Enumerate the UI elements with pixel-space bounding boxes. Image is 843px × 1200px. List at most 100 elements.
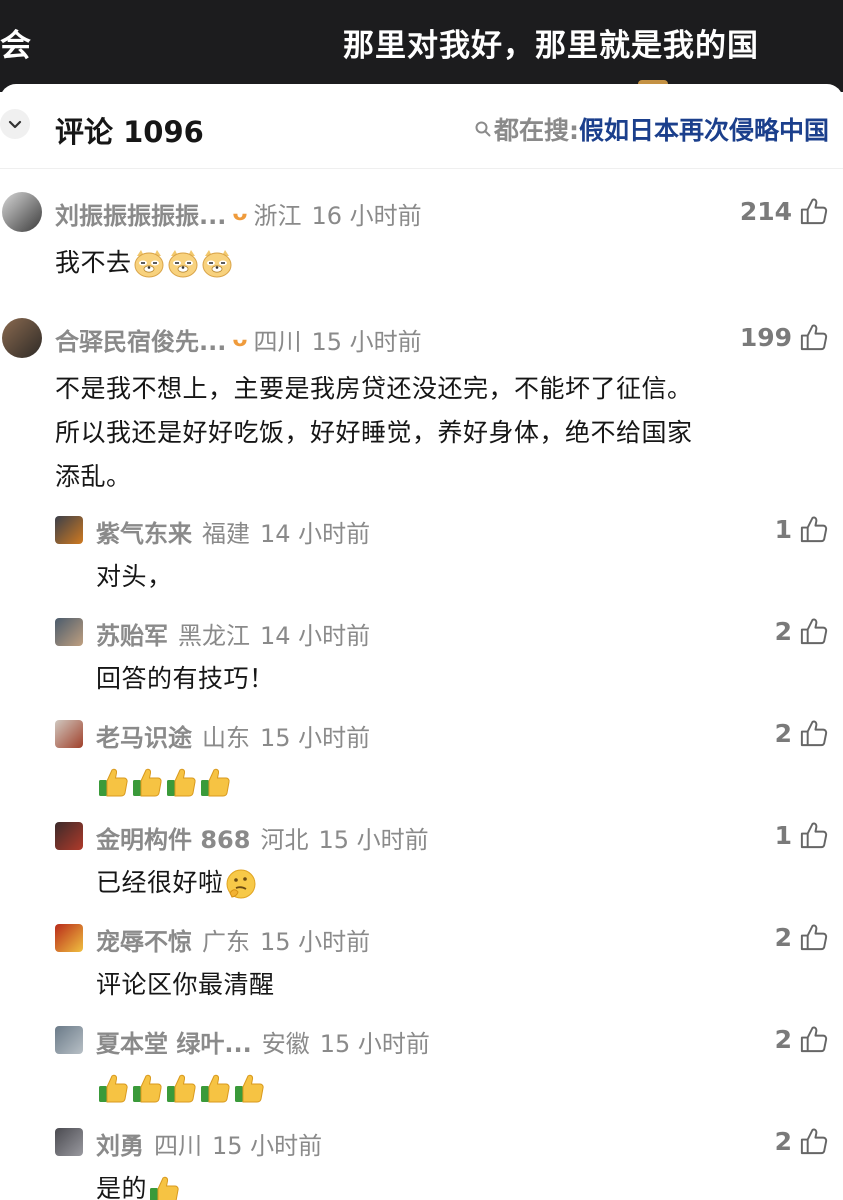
comment-author[interactable]: 夏本堂 绿叶...: [96, 1024, 252, 1059]
thumbs-up-icon: [201, 768, 230, 797]
comment-time: 15 小时前: [319, 1030, 430, 1058]
comment-author[interactable]: 刘振振振振振...: [55, 196, 226, 231]
like-thumb-icon: [800, 924, 828, 951]
like-button[interactable]: 1: [775, 514, 829, 545]
fan-badge-icon: ᴗ: [232, 201, 248, 226]
like-thumb-icon: [800, 720, 828, 747]
like-count: 1: [774, 821, 792, 850]
comment-location: 安徽: [261, 1030, 310, 1058]
chevron-down-icon: [8, 120, 22, 129]
like-thumb-icon: [800, 1128, 828, 1155]
comment-time: 16 小时前: [311, 202, 422, 230]
avatar[interactable]: [55, 924, 83, 952]
comment-location: 山东: [202, 724, 250, 752]
like-button[interactable]: 2: [775, 616, 829, 647]
thumbs-up-icon: [167, 1074, 196, 1103]
collapse-button[interactable]: [0, 109, 30, 139]
like-count: 1: [774, 515, 792, 544]
like-count: 2: [774, 719, 792, 748]
reply-text-content: 回答的有技巧！: [96, 664, 275, 693]
comment-meta: 金明构件 868 河北 15 小时前: [96, 820, 429, 855]
avatar[interactable]: [55, 822, 83, 850]
like-thumb-icon: [800, 1026, 828, 1053]
reply-text: 评论区你最清醒: [96, 964, 275, 1005]
like-thumb-icon: [800, 198, 828, 225]
like-button[interactable]: 2: [775, 1126, 829, 1157]
thinking-face-icon: [226, 869, 256, 899]
thumbs-up-icon: [201, 1074, 230, 1103]
comment-author[interactable]: 紫气东来: [96, 514, 192, 549]
like-count: 199: [739, 323, 792, 352]
reply-text: 回答的有技巧！: [96, 658, 275, 699]
thumbs-up-icon: [167, 768, 196, 797]
avatar[interactable]: [55, 516, 83, 544]
comment-location: 黑龙江: [178, 622, 250, 650]
like-thumb-icon: [800, 822, 828, 849]
comment-meta: 苏贻军 黑龙江 14 小时前: [96, 616, 370, 651]
comment-meta: 紫气东来 福建 14 小时前: [96, 514, 370, 549]
avatar[interactable]: [55, 720, 83, 748]
video-caption-fragment: 会: [0, 28, 31, 64]
avatar[interactable]: [2, 192, 42, 232]
avatar[interactable]: [55, 618, 83, 646]
fan-badge-icon: ᴗ: [232, 327, 248, 352]
like-button[interactable]: 1: [775, 820, 829, 851]
comment-author[interactable]: 刘勇: [96, 1126, 144, 1161]
video-caption: 那里对我好，那里就是我的国: [343, 28, 759, 64]
doge-icon: [168, 250, 198, 278]
avatar[interactable]: [55, 1128, 83, 1156]
comment-location: 四川: [253, 328, 302, 356]
comment-meta: 夏本堂 绿叶... 安徽 15 小时前: [96, 1024, 430, 1059]
like-count: 2: [774, 923, 792, 952]
thumbs-up-icon: [133, 1074, 162, 1103]
comment-text: 添乱。: [55, 462, 132, 491]
reply-text: 是的: [96, 1168, 181, 1200]
avatar[interactable]: [55, 1026, 83, 1054]
avatar[interactable]: [2, 318, 42, 358]
like-button[interactable]: 199: [740, 322, 829, 353]
comments-sheet: 评论 1096 都在搜: 假如日本再次侵略中国 刘振振振振振... ᴗ 浙江 16 小…: [0, 84, 843, 1200]
reply-text-content: 是的: [96, 1174, 148, 1200]
comment-meta: 刘振振振振振... ᴗ 浙江 16 小时前: [55, 196, 422, 231]
like-button[interactable]: 2: [775, 1024, 829, 1055]
reply-text-content: 已经很好啦: [96, 868, 224, 897]
thumbs-up-icon: [150, 1176, 179, 1200]
comment-author[interactable]: 合驿民宿俊先...: [55, 322, 226, 357]
hot-search-link[interactable]: 都在搜: 假如日本再次侵略中国: [474, 111, 829, 147]
hot-search-prefix: 都在搜:: [493, 116, 579, 145]
comment-author[interactable]: 金明构件 868: [96, 820, 250, 855]
comment-author[interactable]: 老马识途: [96, 718, 192, 753]
like-button[interactable]: 2: [775, 718, 829, 749]
comment-meta: 老马识途 山东 15 小时前: [96, 718, 370, 753]
like-button[interactable]: 214: [740, 196, 829, 227]
comment-author[interactable]: 宠辱不惊: [96, 922, 192, 957]
reply-text: 对头，: [96, 556, 173, 597]
reply-text: [96, 1066, 266, 1107]
thumbs-up-icon: [99, 1074, 128, 1103]
comment-count-title: 评论 1096: [55, 115, 204, 149]
thumbs-up-icon: [133, 768, 162, 797]
comment-meta: 刘勇 四川 15 小时前: [96, 1126, 322, 1161]
comment-author[interactable]: 苏贻军: [96, 616, 168, 651]
reply-text-content: 对头，: [96, 562, 173, 591]
thumbs-up-icon: [235, 1074, 264, 1103]
like-count: 2: [774, 1127, 792, 1156]
like-thumb-icon: [800, 516, 828, 543]
comment-meta: 宠辱不惊 广东 15 小时前: [96, 922, 370, 957]
comment-location: 福建: [202, 520, 250, 548]
comment-location: 四川: [154, 1132, 202, 1160]
comment-meta: 合驿民宿俊先... ᴗ 四川 15 小时前: [55, 322, 422, 357]
like-button[interactable]: 2: [775, 922, 829, 953]
comment-text: 不是我不想上，主要是我房贷还没还完，不能坏了征信。: [55, 374, 693, 403]
doge-icon: [134, 250, 164, 278]
reply-text: [96, 760, 232, 801]
search-icon: [475, 121, 491, 137]
like-count: 214: [739, 197, 792, 226]
reply-text: 已经很好啦: [96, 862, 258, 903]
comment-location: 广东: [202, 928, 250, 956]
like-thumb-icon: [800, 618, 828, 645]
comment-location: 浙江: [253, 202, 302, 230]
like-count: 2: [774, 1025, 792, 1054]
thumbs-up-icon: [99, 768, 128, 797]
comment-time: 15 小时前: [260, 724, 371, 752]
